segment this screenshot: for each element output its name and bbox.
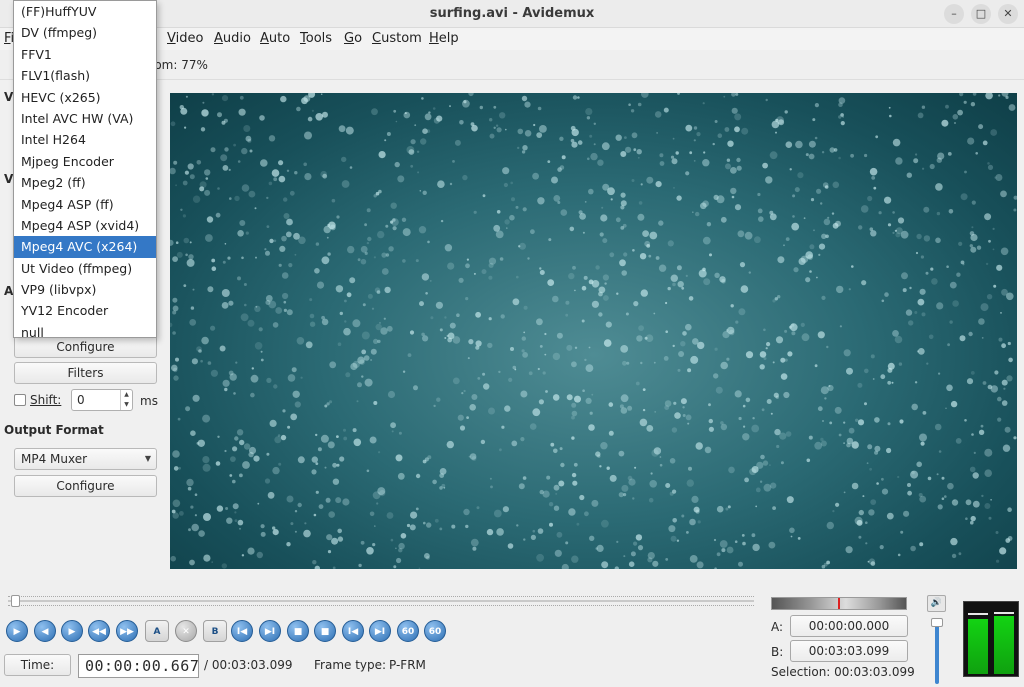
- audio-vu-meter: [963, 601, 1019, 677]
- codec-option[interactable]: Mpeg4 AVC (x264): [14, 236, 156, 258]
- go-marker-a-icon[interactable]: ■: [287, 620, 309, 642]
- video-filters-button[interactable]: Filters: [14, 362, 157, 384]
- previous-keyframe-icon[interactable]: I◀: [231, 620, 253, 642]
- selection-duration: Selection: 00:03:03.099: [771, 665, 915, 679]
- close-icon[interactable]: ✕: [998, 4, 1018, 24]
- vu-right-peak: [994, 612, 1014, 615]
- codec-option[interactable]: YV12 Encoder: [14, 300, 156, 321]
- shift-spinbox[interactable]: 0 ▲ ▼: [71, 389, 133, 411]
- marker-b-label: B:: [771, 645, 784, 659]
- vu-right-bar: [994, 616, 1014, 674]
- codec-option[interactable]: Mpeg4 ASP (xvid4): [14, 215, 156, 236]
- chevron-down-icon: ▼: [144, 454, 151, 463]
- timeline-slider[interactable]: [8, 595, 754, 607]
- menu-help[interactable]: Help: [429, 31, 459, 46]
- play-icon[interactable]: ▶: [6, 620, 28, 642]
- maximize-icon[interactable]: □: [971, 4, 991, 24]
- speaker-icon[interactable]: 🔊: [927, 595, 946, 612]
- shift-label: Shift:: [30, 393, 62, 407]
- current-time-field[interactable]: 00:00:00.667: [78, 654, 199, 678]
- video-preview: [170, 93, 1017, 569]
- video-codec-dropdown[interactable]: (FF)HuffYUV DV (ffmpeg) FFV1 FLV1(flash) HEV…: [13, 0, 157, 340]
- rewind-icon[interactable]: ◀: [34, 620, 56, 642]
- timeline-ticks-top: [8, 596, 754, 598]
- codec-option[interactable]: Mjpeg Encoder: [14, 151, 156, 172]
- position-meter-mark: [838, 598, 840, 609]
- timeline-handle[interactable]: [10, 595, 20, 607]
- marker-a-button[interactable]: 00:00:00.000: [790, 615, 908, 637]
- volume-handle[interactable]: [931, 618, 943, 627]
- time-button[interactable]: Time:: [4, 654, 71, 676]
- output-format-heading: Output Format: [4, 423, 104, 437]
- shift-unit: ms: [140, 394, 158, 408]
- codec-option[interactable]: Mpeg2 (ff): [14, 172, 156, 193]
- video-output-heading: V: [4, 172, 14, 186]
- menu-video[interactable]: Video: [167, 31, 203, 46]
- volume-slider[interactable]: [931, 618, 943, 684]
- volume-track: [935, 624, 939, 684]
- clear-markers-icon[interactable]: ✕: [175, 620, 197, 642]
- timeline-ticks-bottom: [8, 605, 754, 607]
- codec-option[interactable]: (FF)HuffYUV: [14, 1, 156, 22]
- video-frame-image: [170, 93, 1017, 569]
- set-marker-b-icon[interactable]: B: [203, 620, 227, 642]
- output-configure-button[interactable]: Configure: [14, 475, 157, 497]
- frame-type-value: P-FRM: [389, 658, 426, 672]
- total-time: / 00:03:03.099: [204, 658, 293, 672]
- codec-option[interactable]: DV (ffmpeg): [14, 22, 156, 43]
- go-first-frame-icon[interactable]: I◀: [342, 620, 364, 642]
- previous-frame-icon[interactable]: ◀◀: [88, 620, 110, 642]
- video-decoder-heading: V: [4, 90, 14, 104]
- codec-option[interactable]: null: [14, 322, 156, 343]
- go-marker-b-icon[interactable]: ■: [314, 620, 336, 642]
- shift-checkbox[interactable]: [14, 394, 26, 406]
- spin-arrows-icon[interactable]: ▲ ▼: [120, 390, 132, 410]
- timeline-track: [8, 600, 754, 602]
- go-last-frame-icon[interactable]: ▶I: [369, 620, 391, 642]
- menu-tools[interactable]: Tools: [300, 31, 332, 46]
- menu-go[interactable]: Go: [344, 31, 362, 46]
- codec-option[interactable]: Intel AVC HW (VA): [14, 108, 156, 129]
- forward-60s-icon[interactable]: 60: [424, 620, 446, 642]
- menu-audio[interactable]: Audio: [214, 31, 251, 46]
- minimize-icon[interactable]: –: [944, 4, 964, 24]
- frame-type-label: Frame type:: [314, 658, 387, 672]
- output-format-combo[interactable]: MP4 Muxer ▼: [14, 448, 157, 470]
- output-format-value: MP4 Muxer: [21, 452, 88, 466]
- forward-icon[interactable]: ▶: [61, 620, 83, 642]
- codec-option[interactable]: FFV1: [14, 44, 156, 65]
- marker-b-button[interactable]: 00:03:03.099: [790, 640, 908, 662]
- menu-custom[interactable]: Custom: [372, 31, 422, 46]
- codec-option[interactable]: Ut Video (ffmpeg): [14, 258, 156, 279]
- vu-left-bar: [968, 619, 988, 674]
- next-frame-icon[interactable]: ▶▶: [116, 620, 138, 642]
- marker-a-label: A:: [771, 620, 784, 634]
- position-meter: [771, 597, 907, 610]
- codec-option[interactable]: Intel H264: [14, 129, 156, 150]
- audio-output-heading: A: [4, 284, 14, 298]
- vu-left-peak: [968, 613, 988, 616]
- codec-option[interactable]: FLV1(flash): [14, 65, 156, 86]
- codec-option[interactable]: HEVC (x265): [14, 87, 156, 108]
- menu-auto[interactable]: Auto: [260, 31, 290, 46]
- codec-option[interactable]: Mpeg4 ASP (ff): [14, 194, 156, 215]
- back-60s-icon[interactable]: 60: [397, 620, 419, 642]
- codec-option[interactable]: VP9 (libvpx): [14, 279, 156, 300]
- shift-value: 0: [77, 393, 85, 407]
- next-keyframe-icon[interactable]: ▶I: [259, 620, 281, 642]
- set-marker-a-icon[interactable]: A: [145, 620, 169, 642]
